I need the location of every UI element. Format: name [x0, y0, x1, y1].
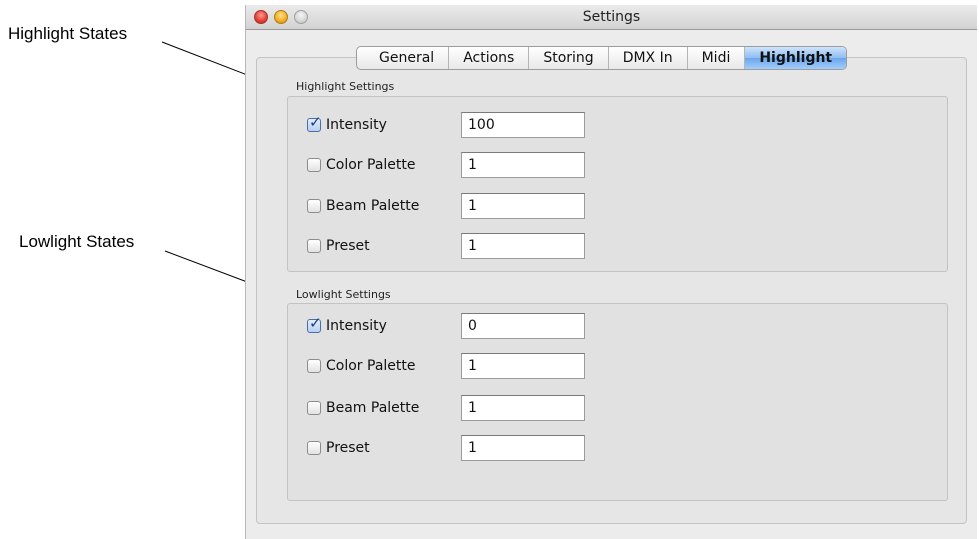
- checkmark-icon: ✓: [309, 314, 322, 332]
- tab-dmx-in[interactable]: DMX In: [607, 47, 687, 69]
- lowlight-row-intensity: ✓ Intensity 0: [307, 312, 585, 340]
- highlight-row-preset: Preset 1: [307, 232, 585, 260]
- highlight-preset-field[interactable]: 1: [461, 233, 585, 259]
- lowlight-intensity-checkbox[interactable]: ✓: [307, 315, 322, 333]
- page: Highlight States Lowlight States Setting…: [0, 0, 979, 539]
- tab-general[interactable]: General: [357, 47, 448, 69]
- lowlight-intensity-label: Intensity: [326, 318, 387, 334]
- lowlight-preset-checkbox[interactable]: [307, 441, 321, 455]
- highlight-beam-palette-field[interactable]: 1: [461, 193, 585, 219]
- highlight-row-beam-palette: Beam Palette 1: [307, 192, 585, 220]
- tab-midi[interactable]: Midi: [686, 47, 745, 69]
- highlight-preset-label: Preset: [326, 238, 370, 254]
- lowlight-row-color-palette: Color Palette 1: [307, 352, 585, 380]
- tab-highlight[interactable]: Highlight: [744, 47, 847, 69]
- highlight-preset-checkbox[interactable]: [307, 239, 321, 253]
- lowlight-row-beam-palette: Beam Palette 1: [307, 394, 585, 422]
- lowlight-color-palette-field[interactable]: 1: [461, 353, 585, 379]
- highlight-intensity-field[interactable]: 100: [461, 112, 585, 138]
- title-bar[interactable]: Settings: [246, 5, 977, 30]
- callout-highlight-states: Highlight States: [8, 24, 128, 43]
- highlight-row-color-palette: Color Palette 1: [307, 151, 585, 179]
- lowlight-preset-field[interactable]: 1: [461, 435, 585, 461]
- lowlight-beam-palette-label: Beam Palette: [326, 400, 420, 416]
- window-title: Settings: [582, 9, 641, 25]
- highlight-color-palette-label: Color Palette: [326, 157, 416, 173]
- lowlight-beam-palette-field[interactable]: 1: [461, 395, 585, 421]
- lowlight-beam-palette-checkbox[interactable]: [307, 401, 321, 415]
- lowlight-settings-title: Lowlight Settings: [296, 288, 391, 301]
- checkmark-icon: ✓: [309, 113, 322, 131]
- tab-actions[interactable]: Actions: [448, 47, 528, 69]
- callout-lowlight-states: Lowlight States: [19, 232, 135, 251]
- tab-storing[interactable]: Storing: [528, 47, 607, 69]
- lowlight-color-palette-label: Color Palette: [326, 358, 416, 374]
- lowlight-intensity-field[interactable]: 0: [461, 313, 585, 339]
- highlight-beam-palette-label: Beam Palette: [326, 198, 420, 214]
- highlight-color-palette-field[interactable]: 1: [461, 152, 585, 178]
- highlight-intensity-checkbox[interactable]: ✓: [307, 114, 322, 132]
- lowlight-row-preset: Preset 1: [307, 434, 585, 462]
- highlight-intensity-label: Intensity: [326, 117, 387, 133]
- highlight-row-intensity: ✓ Intensity 100: [307, 111, 585, 139]
- highlight-settings-title: Highlight Settings: [296, 80, 395, 93]
- lowlight-preset-label: Preset: [326, 440, 370, 456]
- highlight-color-palette-checkbox[interactable]: [307, 158, 321, 172]
- tab-bar: General Actions Storing DMX In Midi High…: [356, 46, 848, 70]
- lowlight-color-palette-checkbox[interactable]: [307, 359, 321, 373]
- highlight-beam-palette-checkbox[interactable]: [307, 199, 321, 213]
